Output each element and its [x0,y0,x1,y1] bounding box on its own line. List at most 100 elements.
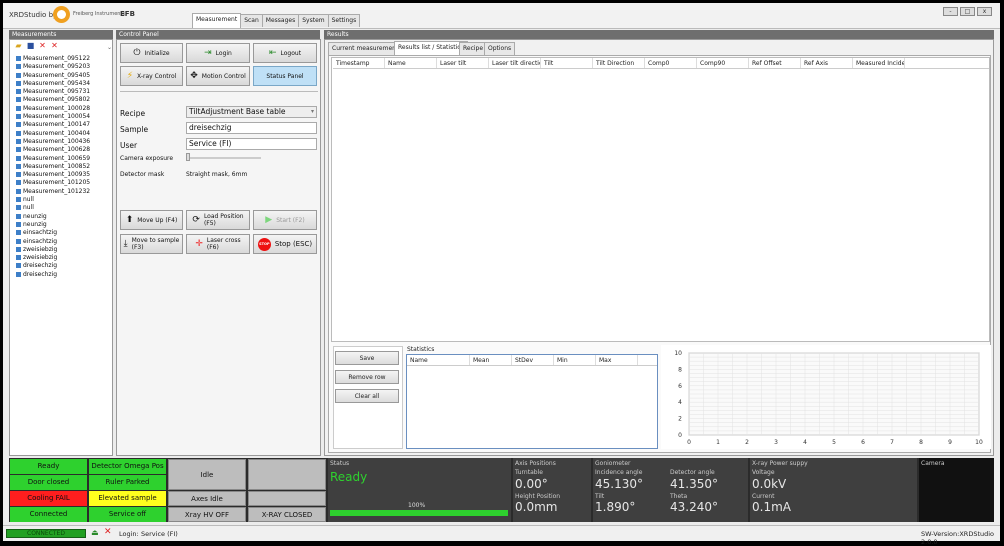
start-button[interactable]: ▶ Start (F2) [253,210,317,230]
camera-exposure-slider[interactable] [187,157,261,159]
tab-system[interactable]: System [298,14,329,27]
stats-column-stdev[interactable]: StDev [512,355,554,365]
column-comp0[interactable]: Comp0 [645,58,697,68]
minimize-button[interactable]: - [943,7,958,16]
dropdown-arrow-icon[interactable]: ⌄ [107,44,112,51]
recipe-select[interactable]: TiltAdjustment Base table [186,106,317,118]
initialize-button[interactable]: ⏻ Initialize [120,43,183,63]
arrow-up-icon: ⬆ [125,215,134,225]
measurement-item[interactable]: dreisechzig [16,271,106,279]
measurement-item[interactable]: null [16,204,106,212]
column-name[interactable]: Name [385,58,437,68]
measurement-item[interactable]: Measurement_095731 [16,88,106,96]
measurement-item[interactable]: Measurement_100852 [16,163,106,171]
tab-options[interactable]: Options [484,42,516,55]
motion-control-button[interactable]: ✥ Motion Control [186,66,250,86]
measurement-item[interactable]: Measurement_100935 [16,171,106,179]
measurement-item[interactable]: dreisechzig [16,262,106,270]
tab-measurement[interactable]: Measurement [192,13,242,28]
slider-thumb[interactable] [186,153,190,161]
measurement-item[interactable]: Measurement_100659 [16,155,106,163]
tab-settings[interactable]: Settings [327,14,361,27]
tab-current-measurement[interactable]: Current measurement [328,42,403,55]
login-button[interactable]: ⇥ Login [186,43,250,63]
voltage-label: Voltage [752,469,775,476]
measurement-item[interactable]: Measurement_095434 [16,80,106,88]
column-comp90[interactable]: Comp90 [697,58,749,68]
results-header: Results [324,30,994,39]
remove-row-button[interactable]: Remove row [335,370,399,384]
save-button[interactable]: Save [335,351,399,365]
tab-messages[interactable]: Messages [261,14,300,27]
clear-all-button[interactable]: Clear all [335,389,399,403]
tab-recipe[interactable]: Recipe [459,42,488,55]
delete-all-icon[interactable]: ✕ [50,41,59,50]
measurement-item[interactable]: null [16,196,106,204]
stop-button[interactable]: STOP Stop (ESC) [253,234,317,254]
measurement-item[interactable]: Measurement_100028 [16,105,106,113]
column-ref-offset[interactable]: Ref Offset [749,58,801,68]
detector-mask-label: Detector mask [120,171,165,178]
disconnect-icon[interactable]: ✕ [104,527,112,537]
turntable-value: 0.00° [515,477,548,491]
y-tick-label: 6 [678,383,682,390]
stats-column-mean[interactable]: Mean [470,355,512,365]
user-input[interactable]: Service (FI) [186,138,317,150]
y-tick-label: 2 [678,416,682,423]
file-icon [16,105,21,111]
status-panel-button[interactable]: Status Panel [253,66,317,86]
move-to-sample-button[interactable]: ⤓ Move to sample (F3) [120,234,183,254]
laser-cross-button[interactable]: ✛ Laser cross (F6) [186,234,250,254]
y-tick-label: 0 [678,432,682,439]
measurement-item[interactable]: einsachtzig [16,238,106,246]
column-tilt-direction[interactable]: Tilt Direction [593,58,645,68]
file-icon [16,246,21,252]
stats-column-min[interactable]: Min [554,355,596,365]
measurement-item[interactable]: Measurement_100054 [16,113,106,121]
column-timestamp[interactable]: Timestamp [333,58,385,68]
measurement-item[interactable]: zweisiebzig [16,246,106,254]
elevated-sample-indicator: Elevated sample mode [89,491,166,517]
move-up-button[interactable]: ⬆ Move Up (F4) [120,210,183,230]
measurement-item[interactable]: Measurement_100436 [16,138,106,146]
measurement-item[interactable]: neunzig [16,221,106,229]
measurement-item[interactable]: Measurement_100628 [16,146,106,154]
measurement-item[interactable]: Measurement_095203 [16,63,106,71]
camera-header: Camera [921,460,945,467]
measurement-item[interactable]: Measurement_095802 [16,96,106,104]
measurement-item[interactable]: einsachtzig [16,229,106,237]
statistics-header: Name Mean StDev Min Max [407,355,657,366]
measurement-item[interactable]: Measurement_100147 [16,121,106,129]
column-laser-tilt[interactable]: Laser tilt [437,58,489,68]
tab-results-list[interactable]: Results list / Statistics [394,41,468,55]
open-folder-icon[interactable]: ▰ [14,41,23,50]
tab-scan[interactable]: Scan [240,14,263,27]
measurement-item[interactable]: Measurement_100404 [16,130,106,138]
move-arrows-icon: ✥ [190,71,198,81]
stats-column-name[interactable]: Name [407,355,470,365]
x-tick-label: 3 [774,439,778,446]
sample-input[interactable]: dreisechzig [186,122,317,134]
measurement-item[interactable]: Measurement_101205 [16,179,106,187]
file-icon [16,64,21,70]
column-ref-axis[interactable]: Ref Axis [801,58,853,68]
close-button[interactable]: x [977,7,992,16]
load-position-button[interactable]: ⟳ Load Position (F5) [186,210,250,230]
column-laser-tilt-direction[interactable]: Laser tilt direction [489,58,541,68]
delete-icon[interactable]: ✕ [38,41,47,50]
measurement-item[interactable]: zweisiebzig [16,254,106,262]
column-tilt[interactable]: Tilt [541,58,593,68]
measurement-item[interactable]: neunzig [16,213,106,221]
measurement-label: zweisiebzig [23,254,58,262]
measurement-item[interactable]: Measurement_095122 [16,55,106,63]
connect-icon[interactable]: ⏏ [91,528,99,537]
xray-control-button[interactable]: ⚡ X-ray Control [120,66,183,86]
maximize-button[interactable]: □ [960,7,975,16]
column-measured-incidence[interactable]: Measured Incidence [853,58,905,68]
logout-button[interactable]: ⇤ Logout [253,43,317,63]
save-icon[interactable]: ■ [26,41,35,50]
x-tick-label: 8 [919,439,923,446]
measurement-item[interactable]: Measurement_095405 [16,72,106,80]
measurement-item[interactable]: Measurement_101232 [16,188,106,196]
stats-column-max[interactable]: Max [596,355,638,365]
